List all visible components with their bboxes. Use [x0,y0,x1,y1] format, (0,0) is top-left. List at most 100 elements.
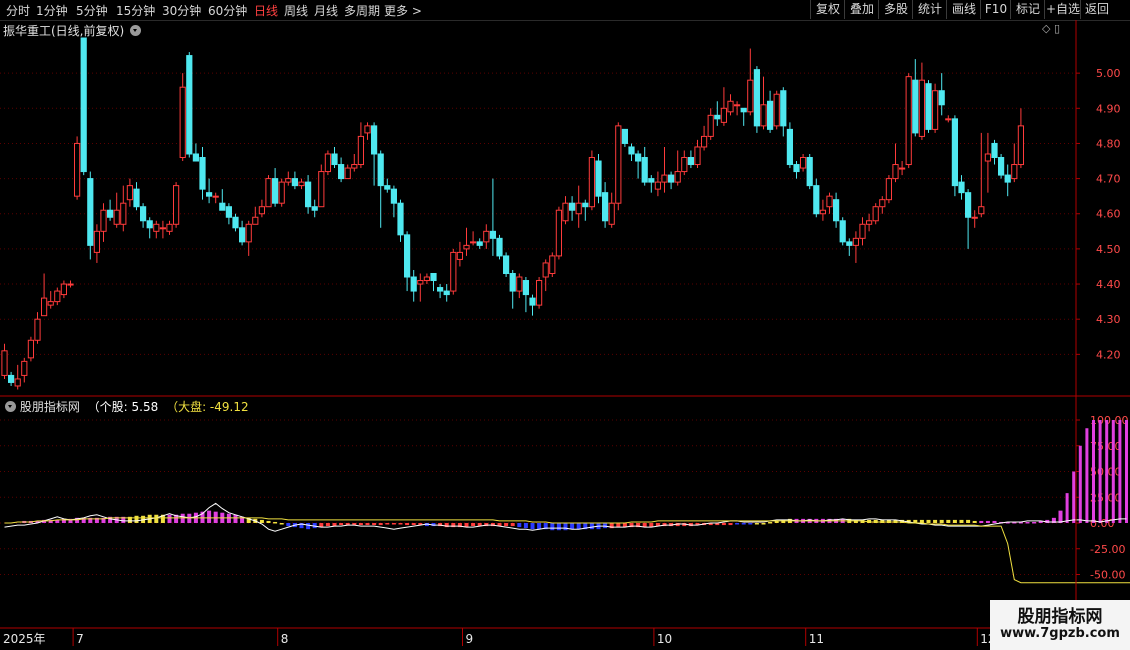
candle-body [371,125,378,155]
candle-body [291,178,298,187]
candle-body [470,241,477,244]
indicator-bar [979,520,984,523]
indicator-bar [550,523,555,531]
indicator-bar [1065,493,1069,523]
candle-body [575,202,582,215]
candle-body [377,153,384,187]
indicator-bar [946,519,951,523]
candle-body [21,360,28,376]
indicator-bars [22,420,1128,531]
candle-body [404,234,411,278]
candle-body [199,157,206,190]
x-tick-label: 8 [281,632,289,646]
candle-body [885,178,892,201]
candle-body [503,255,510,274]
indicator-bar [259,519,264,523]
candle-body [747,79,754,113]
indicator-bar [365,523,370,526]
indicator-bar [1078,445,1082,523]
chart-canvas: 4.20 4.30 4.40 4.50 4.60 4.70 4.80 4.90 5.00 -50.… [0,20,1130,646]
candle-body [450,251,457,292]
candle-body [206,192,213,197]
candle-body [602,192,609,222]
indicator-bar [721,523,726,526]
candle-body [186,55,193,155]
candle-body [272,178,279,204]
candle-body [258,206,265,215]
candle-body [767,100,774,130]
candle-body [965,192,972,218]
candle-body [938,90,945,106]
candle-body [430,272,437,282]
candle-body [608,202,615,225]
indicator-bar [134,515,139,523]
indicator-bar [761,523,766,525]
candle-body [859,223,866,239]
candle-body [496,237,503,257]
candle-body [417,280,424,285]
candle-body [615,125,622,204]
indicator-bar [233,514,238,523]
indicator-bar [735,523,740,525]
indicator-bar [748,523,753,525]
indicator-bar [933,519,938,523]
candle-body [668,174,675,183]
price-tick-label: 4.90 [1096,102,1121,115]
candle-body [93,230,101,253]
candle-body [364,125,371,134]
candle-body [562,202,569,222]
candle-body [687,157,694,166]
candle-body [819,209,826,215]
price-tick-label: 4.60 [1096,208,1121,221]
indicator-bar [504,523,509,527]
indicator-bar [471,523,476,527]
indicator-bar [926,519,931,523]
candle-body [582,202,589,208]
candle-body [483,230,490,243]
candle-body [813,185,820,215]
candle-body [899,167,906,170]
candle-body [694,146,701,166]
candle-body [344,167,351,180]
candle-body [714,114,721,120]
candle-body [991,142,998,159]
candle-body [54,290,61,303]
indicator-bar [411,523,416,526]
candle-body [1,350,8,376]
candle-body [27,339,34,359]
indicator-bar [325,523,330,527]
indicator-bar [385,523,390,525]
indicator-bar [959,519,964,523]
price-tick-label: 5.00 [1096,67,1121,80]
indicator-bar [1025,521,1030,524]
price-tick-label: 4.50 [1096,243,1121,256]
indicator-bar [1111,420,1115,523]
candle-body [978,206,985,215]
candle-body [760,104,767,127]
indicator-bar [286,523,291,527]
candle-body [621,128,628,144]
candle-body [476,241,483,246]
candle-body [456,251,463,260]
indicator-bar [939,519,944,523]
candle-body [100,209,107,232]
candle-body [727,100,734,113]
candle-body [351,164,358,169]
indicator-bar [1105,420,1109,523]
candle-body [918,79,925,137]
x-tick-label: 11 [809,632,824,646]
indicator-tick-label: -50.00 [1090,569,1125,582]
candle-body [740,107,747,113]
indicator-bar [556,523,561,531]
candle-body [734,104,741,107]
candle-body [707,114,714,137]
indicator-bar [768,521,773,524]
candle-body [509,272,516,292]
indicator-bar [523,523,528,529]
candle-body [120,202,127,225]
indicator-bar [306,523,311,530]
candle-body [648,178,655,183]
candle-body [984,153,991,162]
candle-body [179,86,186,159]
candle-body [892,164,899,180]
